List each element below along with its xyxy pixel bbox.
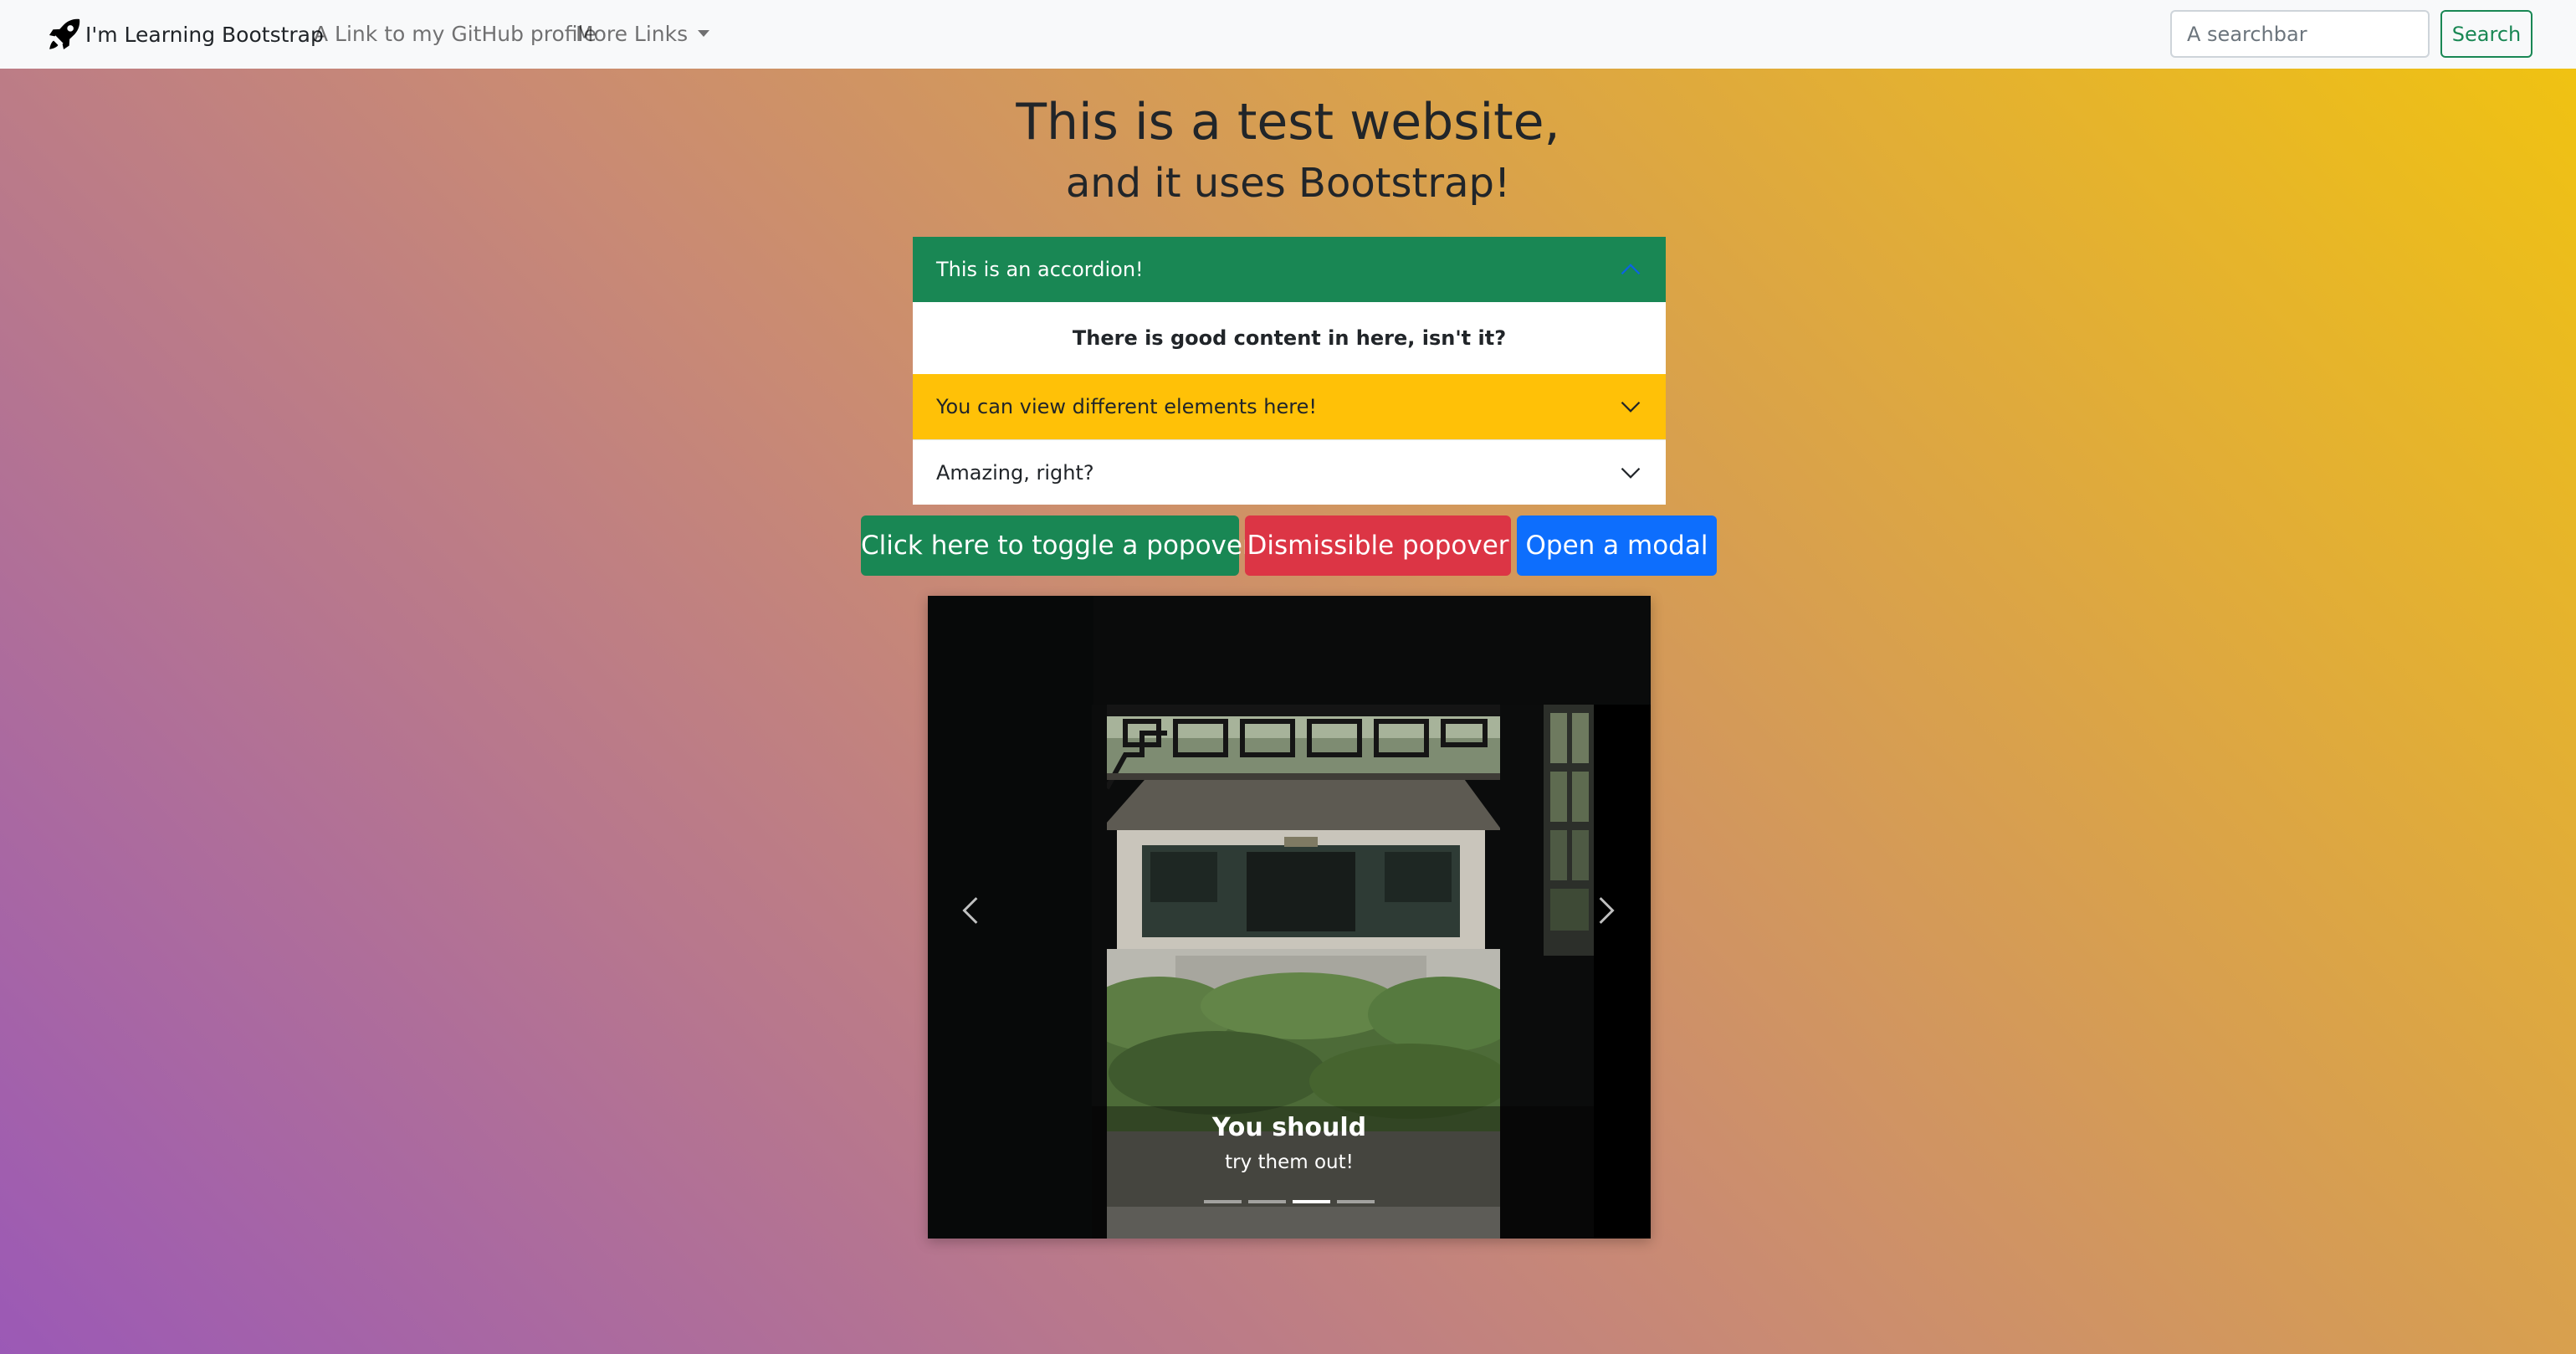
carousel: You should try them out!	[928, 596, 1651, 1239]
carousel-caption-text: try them out!	[1225, 1151, 1354, 1173]
carousel-indicator-1[interactable]	[1204, 1200, 1242, 1203]
accordion-item-2-header[interactable]: You can view different elements here!	[913, 374, 1666, 439]
more-links-label: More Links	[576, 22, 689, 46]
carousel-prev-button[interactable]	[946, 877, 996, 944]
chevron-down-icon	[1621, 401, 1641, 413]
carousel-indicator-3[interactable]	[1293, 1200, 1330, 1203]
page-subtitle: and it uses Bootstrap!	[1065, 160, 1511, 207]
accordion-item-3-label: Amazing, right?	[936, 460, 1094, 485]
carousel-next-button[interactable]	[1580, 877, 1631, 944]
accordion: This is an accordion! There is good cont…	[913, 237, 1666, 505]
brand-text: I'm Learning Bootstrap	[85, 22, 324, 47]
accordion-item-1-label: This is an accordion!	[936, 258, 1144, 281]
carousel-caption: You should try them out!	[928, 1110, 1651, 1173]
chevron-left-icon	[962, 897, 978, 924]
toggle-popover-button[interactable]: Click here to toggle a popover	[861, 515, 1253, 576]
dismissible-popover-button[interactable]: Dismissible popover	[1245, 515, 1511, 576]
chevron-right-icon	[1599, 897, 1615, 924]
page-title: This is a test website,	[1016, 93, 1560, 151]
carousel-indicator-4[interactable]	[1337, 1200, 1375, 1203]
search-button[interactable]: Search	[2440, 10, 2532, 58]
more-links-dropdown[interactable]: More Links	[576, 17, 710, 52]
carousel-indicators	[928, 1200, 1651, 1203]
caret-down-icon	[698, 30, 710, 37]
github-link[interactable]: A Link to my GitHub profile	[314, 17, 597, 52]
search-input[interactable]	[2170, 10, 2430, 58]
chevron-down-icon	[1621, 467, 1641, 479]
open-modal-button[interactable]: Open a modal	[1517, 515, 1717, 576]
accordion-item-1-body: There is good content in here, isn't it?	[913, 302, 1666, 374]
navbar: I'm Learning Bootstrap A Link to my GitH…	[0, 0, 2576, 69]
accordion-item-1-header[interactable]: This is an accordion!	[913, 237, 1666, 302]
accordion-item-2-label: You can view different elements here!	[936, 395, 1317, 418]
chevron-up-icon	[1621, 264, 1641, 275]
navbar-brand[interactable]: I'm Learning Bootstrap	[49, 17, 324, 52]
rocket-icon	[49, 18, 80, 50]
carousel-caption-title: You should	[1211, 1113, 1367, 1142]
accordion-item-3-header[interactable]: Amazing, right?	[913, 439, 1666, 505]
carousel-indicator-2[interactable]	[1248, 1200, 1286, 1203]
